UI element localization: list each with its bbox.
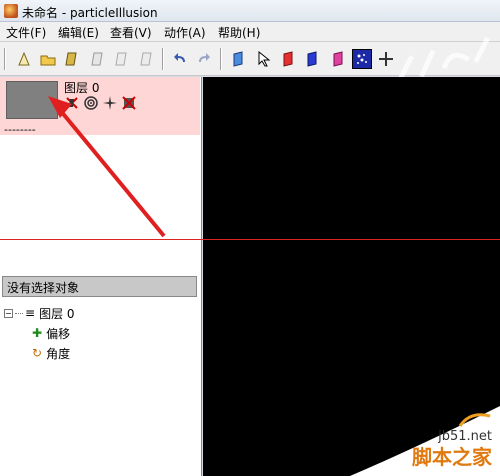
emitter-icon[interactable] — [228, 49, 248, 69]
toolbar — [0, 36, 500, 84]
tree-root-label: 图层 0 — [39, 306, 75, 321]
layer-thumbnail[interactable] — [6, 81, 58, 119]
layer-separator: -------- — [4, 123, 36, 136]
app-icon[interactable] — [4, 4, 18, 18]
new-icon[interactable] — [14, 49, 34, 69]
target-icon[interactable] — [83, 95, 98, 110]
undo-icon[interactable] — [170, 49, 190, 69]
tree-root[interactable]: − ≡ 图层 0 — [4, 303, 75, 323]
guide-line — [0, 239, 500, 240]
redo-icon[interactable] — [194, 49, 214, 69]
watermark-name: 脚本之家 — [412, 445, 492, 469]
menu-edit[interactable]: 编辑(E) — [58, 24, 99, 41]
menu-view[interactable]: 查看(V) — [110, 24, 152, 41]
layer-row[interactable]: 图层 0 -------- — [0, 77, 200, 136]
property-tree: − ≡ 图层 0 ✚ 偏移 ↻ 角度 — [4, 303, 75, 363]
site-watermark: jb51.net 脚本之家 — [350, 406, 500, 476]
menu-file[interactable]: 文件(F) — [6, 24, 46, 41]
tree-item-offset[interactable]: ✚ 偏移 — [4, 323, 75, 343]
toolbar-separator — [4, 48, 6, 70]
layer-name: 图层 0 — [64, 81, 100, 95]
paste-icon[interactable] — [136, 49, 156, 69]
layer-list-icon: ≡ — [25, 306, 36, 320]
toolbar-separator — [162, 48, 164, 70]
particle-mode-icon[interactable] — [352, 49, 372, 69]
tree-item-angle[interactable]: ↻ 角度 — [4, 343, 75, 363]
window-title: 未命名 - particleIllusion — [22, 6, 158, 20]
tree-item-label: 角度 — [46, 346, 71, 361]
sparkle-icon[interactable] — [102, 95, 117, 110]
title-bar: 未命名 - particleIllusion — [0, 0, 500, 22]
save-icon[interactable] — [62, 49, 82, 69]
deflector-icon[interactable] — [278, 49, 298, 69]
collapse-icon[interactable]: − — [4, 308, 13, 318]
layer-icons — [64, 95, 136, 110]
angle-icon: ↻ — [32, 346, 43, 360]
menu-action[interactable]: 动作(A) — [164, 24, 206, 41]
select-icon[interactable] — [254, 49, 274, 69]
offset-icon: ✚ — [32, 326, 43, 340]
layer-icon[interactable] — [328, 49, 348, 69]
menu-help[interactable]: 帮助(H) — [218, 24, 260, 41]
blocker-icon[interactable] — [302, 49, 322, 69]
selection-header: 没有选择对象 — [2, 276, 197, 297]
layer-panel: 图层 0 -------- 没有选择对象 − ≡ 图层 0 ✚ 偏移 ↻ 角度 — [0, 77, 202, 476]
cut-icon[interactable] — [88, 49, 108, 69]
visibility-disabled-icon[interactable] — [121, 95, 136, 110]
toolbar-separator — [220, 48, 222, 70]
tree-connector — [15, 312, 23, 314]
emitter-disabled-icon[interactable] — [64, 95, 79, 110]
open-icon[interactable] — [38, 49, 58, 69]
copy-icon[interactable] — [112, 49, 132, 69]
tree-item-label: 偏移 — [46, 326, 71, 341]
menu-bar: 文件(F) 编辑(E) 查看(V) 动作(A) 帮助(H) — [0, 22, 500, 42]
